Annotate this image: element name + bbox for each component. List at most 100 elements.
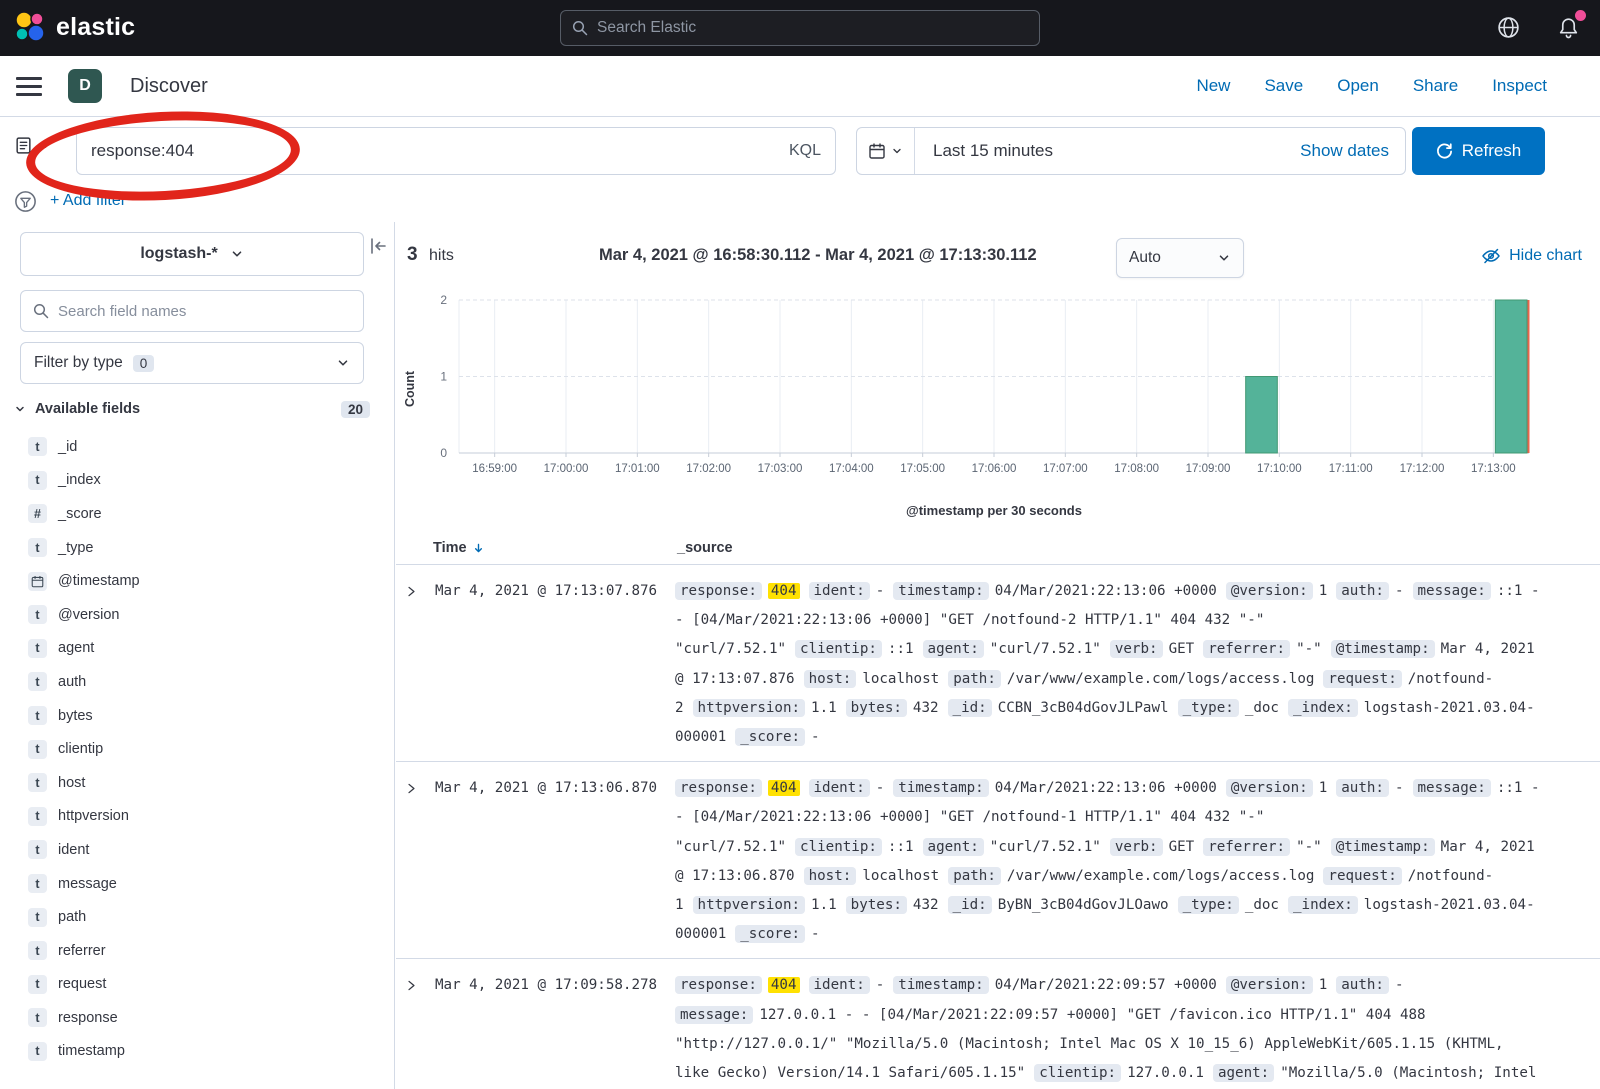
time-column-header[interactable]: Time bbox=[433, 540, 485, 556]
source-field-value: "-" bbox=[1296, 641, 1322, 657]
index-pattern-select[interactable]: logstash-* bbox=[20, 232, 364, 276]
global-search-input[interactable] bbox=[597, 19, 1028, 37]
field-item[interactable]: tresponse bbox=[0, 1001, 393, 1035]
chevron-down-icon bbox=[39, 139, 52, 152]
nav-new[interactable]: New bbox=[1196, 76, 1230, 96]
source-field-value: 127.0.0.1 bbox=[1127, 1065, 1204, 1081]
field-item[interactable]: treferrer bbox=[0, 934, 393, 968]
source-field-value: 04/Mar/2021:22:09:57 +0000 bbox=[995, 977, 1217, 993]
text-field-icon: t bbox=[28, 706, 47, 725]
chevron-down-icon bbox=[1217, 251, 1231, 265]
source-field-value: 04/Mar/2021:22:13:06 +0000 bbox=[995, 583, 1217, 599]
field-item[interactable]: t_type bbox=[0, 531, 393, 565]
source-field-value: 404 bbox=[768, 977, 800, 993]
refresh-button[interactable]: Refresh bbox=[1412, 127, 1545, 175]
source-field-badge: _id: bbox=[948, 896, 992, 914]
top-nav: New Save Open Share Inspect bbox=[1196, 76, 1547, 96]
expand-row-button[interactable] bbox=[405, 971, 435, 1000]
source-field-value: 1 bbox=[1319, 977, 1328, 993]
field-item[interactable]: tpath bbox=[0, 900, 393, 934]
field-item[interactable]: trequest bbox=[0, 968, 393, 1002]
svg-text:17:11:00: 17:11:00 bbox=[1329, 463, 1373, 475]
time-range-value[interactable]: Last 15 minutes bbox=[933, 141, 1053, 161]
svg-text:17:00:00: 17:00:00 bbox=[544, 463, 589, 475]
filter-by-type-button[interactable]: Filter by type 0 bbox=[20, 342, 364, 384]
date-picker-menu-button[interactable] bbox=[857, 128, 915, 174]
show-dates-button[interactable]: Show dates bbox=[1300, 141, 1389, 161]
field-item[interactable]: tagent bbox=[0, 632, 393, 666]
source-field-value: GET bbox=[1169, 839, 1195, 855]
field-item[interactable]: thttpversion bbox=[0, 800, 393, 834]
available-fields-label: Available fields bbox=[35, 401, 140, 417]
hide-chart-button[interactable]: Hide chart bbox=[1481, 246, 1582, 266]
expand-row-button[interactable] bbox=[405, 577, 435, 606]
field-item[interactable]: ttimestamp bbox=[0, 1035, 393, 1069]
source-field-badge: response: bbox=[675, 582, 762, 600]
doc-table-header: Time _source bbox=[396, 540, 1600, 564]
text-field-icon: t bbox=[28, 740, 47, 759]
hits-label: hits bbox=[429, 247, 454, 265]
source-field-badge: ident: bbox=[809, 976, 870, 994]
field-item[interactable]: thost bbox=[0, 766, 393, 800]
field-item[interactable]: t_index bbox=[0, 464, 393, 498]
nav-share[interactable]: Share bbox=[1413, 76, 1458, 96]
source-field-badge: _id: bbox=[948, 699, 992, 717]
text-field-icon: t bbox=[28, 471, 47, 490]
global-search[interactable] bbox=[560, 10, 1040, 46]
field-item[interactable]: tauth bbox=[0, 665, 393, 699]
table-row: Mar 4, 2021 @ 17:13:07.876response:404id… bbox=[396, 565, 1600, 762]
source-field-badge: @version: bbox=[1226, 582, 1313, 600]
source-field-badge: timestamp: bbox=[893, 582, 988, 600]
chevron-down-icon bbox=[891, 145, 903, 157]
interval-select[interactable]: Auto bbox=[1116, 238, 1244, 278]
filter-by-type-label: Filter by type bbox=[34, 354, 123, 372]
field-item[interactable]: tident bbox=[0, 833, 393, 867]
svg-text:17:07:00: 17:07:00 bbox=[1043, 463, 1088, 475]
query-input-box: KQL bbox=[76, 127, 836, 175]
source-field-badge: message: bbox=[1413, 582, 1491, 600]
source-field-badge: auth: bbox=[1336, 779, 1389, 797]
source-field-badge: _type: bbox=[1178, 699, 1239, 717]
source-field-badge: _score: bbox=[735, 925, 805, 943]
source-field-badge: ident: bbox=[809, 582, 870, 600]
deployment-globe-icon-button[interactable] bbox=[1494, 13, 1522, 41]
available-fields-count-badge: 20 bbox=[341, 401, 370, 418]
collapse-sidebar-button[interactable] bbox=[368, 235, 390, 257]
x-axis-label: @timestamp per 30 seconds bbox=[396, 503, 1592, 518]
field-item[interactable]: tmessage bbox=[0, 867, 393, 901]
add-filter-button[interactable]: + Add filter bbox=[50, 192, 126, 210]
source-field-value: - bbox=[1395, 780, 1404, 796]
source-field-value: - bbox=[876, 977, 885, 993]
date-picker: Last 15 minutes Show dates bbox=[856, 127, 1406, 175]
hide-chart-label: Hide chart bbox=[1509, 247, 1582, 265]
menu-button[interactable] bbox=[16, 77, 42, 96]
nav-open[interactable]: Open bbox=[1337, 76, 1379, 96]
space-avatar[interactable]: D bbox=[68, 69, 102, 103]
query-language-button[interactable]: KQL bbox=[789, 142, 835, 160]
expand-row-button[interactable] bbox=[405, 774, 435, 803]
elastic-home-link[interactable]: elastic bbox=[14, 11, 135, 43]
source-field-badge: response: bbox=[675, 779, 762, 797]
field-item[interactable]: t_id bbox=[0, 430, 393, 464]
notifications-bell-icon-button[interactable] bbox=[1554, 13, 1582, 41]
field-search-input[interactable] bbox=[58, 303, 351, 320]
source-field-badge: host: bbox=[804, 867, 857, 885]
interval-value: Auto bbox=[1129, 249, 1161, 267]
elastic-logo-icon bbox=[14, 11, 46, 43]
field-item[interactable]: tclientip bbox=[0, 732, 393, 766]
global-header: elastic bbox=[0, 0, 1600, 56]
field-name: _type bbox=[58, 540, 93, 556]
field-item[interactable]: @timestamp bbox=[0, 564, 393, 598]
field-name: agent bbox=[58, 640, 94, 656]
available-fields-toggle[interactable]: Available fields 20 bbox=[14, 396, 382, 422]
field-item[interactable]: t@version bbox=[0, 598, 393, 632]
nav-save[interactable]: Save bbox=[1264, 76, 1303, 96]
source-field-value: localhost bbox=[862, 868, 939, 884]
query-input[interactable] bbox=[77, 141, 789, 161]
filter-bar: + Add filter bbox=[14, 186, 126, 216]
saved-query-menu-button[interactable] bbox=[14, 136, 52, 155]
field-item[interactable]: tbytes bbox=[0, 699, 393, 733]
field-item[interactable]: #_score bbox=[0, 497, 393, 531]
source-field-value: CCBN_3cB04dGovJLPawl bbox=[998, 700, 1169, 716]
nav-inspect[interactable]: Inspect bbox=[1492, 76, 1547, 96]
